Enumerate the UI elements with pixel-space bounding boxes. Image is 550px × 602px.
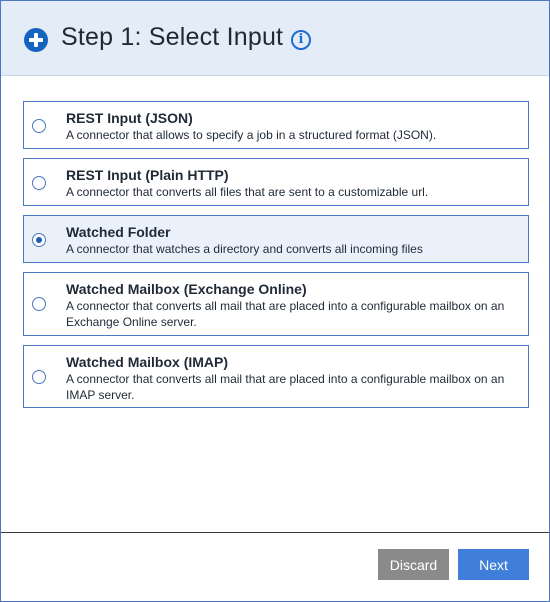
radio-button[interactable] xyxy=(32,233,46,247)
option-title: REST Input (JSON) xyxy=(66,110,193,126)
option-title: REST Input (Plain HTTP) xyxy=(66,167,229,183)
info-icon[interactable]: i xyxy=(291,30,311,50)
option-watched-mailbox-exchange[interactable]: Watched Mailbox (Exchange Online) A conn… xyxy=(23,272,529,336)
radio-button[interactable] xyxy=(32,370,46,384)
plus-circle-icon xyxy=(24,28,48,52)
option-description: A connector that converts all mail that … xyxy=(66,299,505,329)
next-button[interactable]: Next xyxy=(458,549,529,580)
radio-dot xyxy=(36,237,42,243)
option-description: A connector that converts all mail that … xyxy=(66,372,505,402)
option-title: Watched Folder xyxy=(66,224,171,240)
radio-button[interactable] xyxy=(32,176,46,190)
option-watched-folder[interactable]: Watched Folder A connector that watches … xyxy=(23,215,529,263)
discard-button[interactable]: Discard xyxy=(378,549,449,580)
select-input-dialog: Step 1: Select Input i REST Input (JSON)… xyxy=(0,0,550,602)
option-description: A connector that watches a directory and… xyxy=(66,242,423,256)
option-title: Watched Mailbox (IMAP) xyxy=(66,354,229,370)
radio-button[interactable] xyxy=(32,119,46,133)
radio-button[interactable] xyxy=(32,297,46,311)
page-title: Step 1: Select Input xyxy=(61,23,284,51)
option-rest-input-plain-http[interactable]: REST Input (Plain HTTP) A connector that… xyxy=(23,158,529,206)
option-description: A connector that allows to specify a job… xyxy=(66,128,437,142)
option-description: A connector that converts all files that… xyxy=(66,185,429,199)
option-watched-mailbox-imap[interactable]: Watched Mailbox (IMAP) A connector that … xyxy=(23,345,529,408)
dialog-header: Step 1: Select Input i xyxy=(1,1,549,76)
option-rest-input-json[interactable]: REST Input (JSON) A connector that allow… xyxy=(23,101,529,149)
input-options-list: REST Input (JSON) A connector that allow… xyxy=(23,101,529,417)
option-title: Watched Mailbox (Exchange Online) xyxy=(66,281,307,297)
footer-divider xyxy=(1,532,549,533)
